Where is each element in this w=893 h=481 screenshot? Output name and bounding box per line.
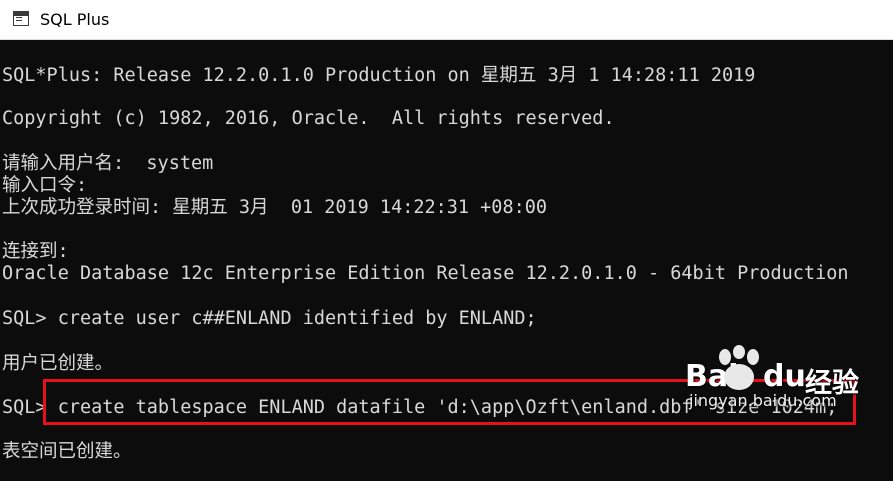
command-highlight-box — [43, 379, 856, 425]
console-output[interactable]: SQL*Plus: Release 12.2.0.1.0 Production … — [0, 41, 893, 481]
console-line-database-version: Oracle Database 12c Enterprise Edition R… — [2, 263, 849, 284]
console-line-copyright: Copyright (c) 1982, 2016, Oracle. All ri… — [2, 108, 615, 129]
console-line-last-login: 上次成功登录时间: 星期五 3月 01 2019 14:22:31 +08:00 — [2, 197, 548, 218]
title-bar[interactable]: SQL Plus — [0, 0, 893, 40]
console-line-banner: SQL*Plus: Release 12.2.0.1.0 Production … — [2, 65, 756, 86]
console-line-create-user: SQL> create user c##ENLAND identified by… — [2, 308, 537, 329]
console-window-icon — [13, 11, 29, 26]
console-line-username-prompt: 请输入用户名: system — [2, 153, 214, 174]
sqlplus-window: SQL Plus SQL*Plus: Release 12.2.0.1.0 Pr… — [0, 0, 893, 481]
window-title: SQL Plus — [40, 10, 110, 29]
console-line-password-prompt: 输入口令: — [2, 175, 88, 196]
console-line-user-created: 用户已创建。 — [2, 353, 114, 374]
console-line-tablespace-created: 表空间已创建。 — [2, 441, 132, 462]
console-line-connected-to: 连接到: — [2, 241, 69, 262]
